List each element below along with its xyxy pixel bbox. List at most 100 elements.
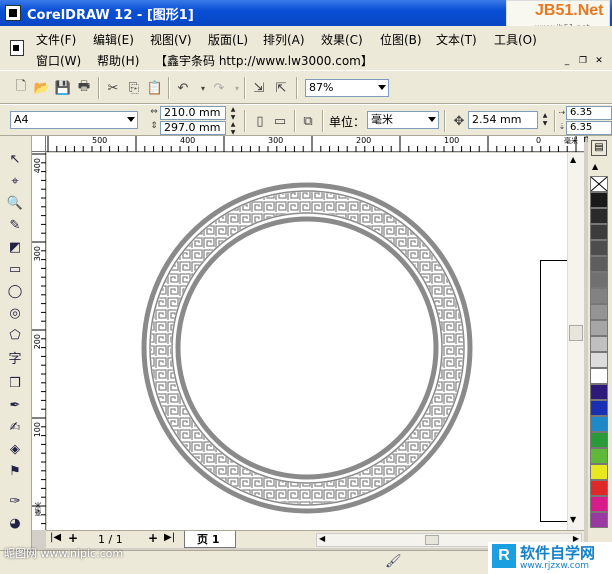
hscroll-thumb[interactable] (425, 535, 439, 545)
scroll-up-icon[interactable]: ▲ (570, 155, 576, 164)
menu-effects[interactable]: 效果(C) (321, 31, 363, 48)
copy-icon[interactable]: ⎘ (125, 79, 143, 97)
color-swatch[interactable] (590, 304, 608, 320)
color-swatch[interactable] (590, 384, 608, 400)
color-swatch[interactable] (590, 432, 608, 448)
color-swatch[interactable] (590, 400, 608, 416)
nudge-field[interactable]: 2.54 mm (468, 111, 538, 129)
menu-edit[interactable]: 编辑(E) (93, 31, 134, 48)
cut-icon[interactable]: ✂ (104, 79, 122, 97)
color-swatch[interactable] (590, 288, 608, 304)
unit-select[interactable]: 毫米 (367, 111, 439, 129)
duplicate-y-field[interactable]: 6.35 mm (566, 121, 612, 145)
save-icon[interactable]: 💾 (54, 79, 72, 97)
landscape-icon[interactable]: ▭ (271, 112, 289, 130)
color-swatch[interactable] (590, 416, 608, 432)
zoom-tool-icon[interactable]: 🔍 (5, 194, 25, 212)
new-icon[interactable]: 🗋 (12, 79, 30, 97)
document-icon[interactable] (10, 40, 24, 56)
menu-window[interactable]: 窗口(W) (36, 52, 81, 69)
scroll-thumb[interactable] (569, 325, 583, 341)
menu-bitmaps[interactable]: 位图(B) (380, 31, 422, 48)
color-swatch[interactable] (590, 272, 608, 288)
scroll-down-icon[interactable]: ▼ (570, 515, 576, 524)
ruler-ticks (47, 136, 577, 152)
menu-link[interactable]: 【鑫宇条码 http://www.lw3000.com】 (155, 52, 373, 69)
doc-restore-icon[interactable]: ❐ (578, 56, 588, 66)
add-page-before-icon[interactable]: + (68, 531, 78, 545)
app-icon[interactable] (5, 5, 21, 21)
page-width-field[interactable]: 210.0 mm (160, 106, 226, 120)
page-tab[interactable]: 页 1 (184, 531, 236, 548)
page-height-field[interactable]: 297.0 mm (160, 121, 226, 135)
color-swatch[interactable] (590, 224, 608, 240)
color-swatch[interactable] (590, 256, 608, 272)
rectangle-tool-icon[interactable]: ▭ (5, 260, 25, 278)
color-swatch[interactable] (590, 480, 608, 496)
horizontal-ruler[interactable]: 500 400 300 200 100 0 毫米 (46, 136, 584, 152)
print-icon[interactable]: 🖶 (75, 79, 93, 97)
color-swatch[interactable] (590, 368, 608, 384)
vertical-ruler[interactable]: 400 300 200 100 毫米 (32, 152, 46, 530)
menu-help[interactable]: 帮助(H) (97, 52, 139, 69)
ruler-origin[interactable] (32, 136, 46, 152)
add-page-after-icon[interactable]: + (148, 531, 158, 545)
color-swatch[interactable] (590, 208, 608, 224)
greek-key-ring[interactable] (47, 153, 584, 530)
color-icon[interactable]: ◕ (5, 514, 25, 532)
menu-text[interactable]: 文本(T) (436, 31, 477, 48)
menu-layout[interactable]: 版面(L) (208, 31, 248, 48)
open-icon[interactable]: 📂 (33, 79, 51, 97)
menu-arrange[interactable]: 排列(A) (263, 31, 305, 48)
eyedropper-icon[interactable]: ✒ (5, 396, 25, 414)
zoom-select[interactable]: 87% (305, 79, 389, 97)
palette-up-icon[interactable]: ▲ (592, 162, 598, 171)
drawing-canvas[interactable] (47, 153, 584, 530)
color-swatch[interactable] (590, 320, 608, 336)
pick-tool-icon[interactable]: ↖ (5, 150, 25, 168)
pen-icon[interactable]: ✑ (5, 492, 25, 510)
basic-shapes-icon[interactable]: ⬠ (5, 326, 25, 344)
menu-file[interactable]: 文件(F) (36, 31, 76, 48)
width-spinner[interactable]: ▲ ▼ (228, 106, 238, 121)
spiral-tool-icon[interactable]: ◎ (5, 304, 25, 322)
palette-menu-icon[interactable]: ▤ (591, 140, 607, 156)
color-swatch[interactable] (590, 496, 608, 512)
doc-minimize-icon[interactable]: _ (562, 56, 572, 66)
shape-tool-icon[interactable]: ⌖ (5, 172, 25, 190)
portrait-icon[interactable]: ▯ (251, 112, 269, 130)
color-swatch[interactable] (590, 352, 608, 368)
smart-fill-icon[interactable]: ◩ (5, 238, 25, 256)
color-swatch[interactable] (590, 336, 608, 352)
interactive-fill-icon[interactable]: ⚑ (5, 462, 25, 480)
ellipse-tool-icon[interactable]: ◯ (5, 282, 25, 300)
text-tool-icon[interactable]: 字 (5, 348, 25, 367)
color-swatch[interactable] (590, 464, 608, 480)
color-swatch[interactable] (590, 448, 608, 464)
import-icon[interactable]: ⇲ (250, 79, 268, 97)
scroll-left-icon[interactable]: ◀ (319, 534, 325, 543)
first-page-icon[interactable]: |◀ (50, 532, 61, 543)
fill-tool-icon[interactable]: ◈ (5, 440, 25, 458)
doc-close-icon[interactable]: ✕ (594, 56, 604, 66)
duplicate-x-field[interactable]: 6.35 mm (566, 106, 612, 130)
freehand-tool-icon[interactable]: ✎ (5, 216, 25, 234)
redo-icon[interactable]: ↷ (210, 79, 228, 97)
paper-type-select[interactable]: A4 (10, 111, 138, 129)
nudge-spinner[interactable]: ▲ ▼ (540, 112, 550, 128)
color-swatch[interactable] (590, 240, 608, 256)
last-page-icon[interactable]: ▶| (164, 532, 175, 543)
export-icon[interactable]: ⇱ (272, 79, 290, 97)
paste-icon[interactable]: 📋 (146, 79, 164, 97)
undo-icon[interactable]: ↶ (174, 79, 192, 97)
outline-tool-icon[interactable]: ✍ (5, 418, 25, 436)
height-spinner[interactable]: ▲ ▼ (228, 121, 238, 136)
menu-view[interactable]: 视图(V) (150, 31, 192, 48)
color-swatch[interactable] (590, 192, 608, 208)
all-pages-icon[interactable]: ⧉ (299, 112, 317, 130)
no-fill-swatch[interactable] (590, 176, 608, 192)
vertical-scrollbar[interactable]: ▲ ▼ (567, 153, 584, 530)
menu-tools[interactable]: 工具(O) (494, 31, 537, 48)
color-swatch[interactable] (590, 512, 608, 528)
interactive-tool-icon[interactable]: ❒ (5, 374, 25, 392)
